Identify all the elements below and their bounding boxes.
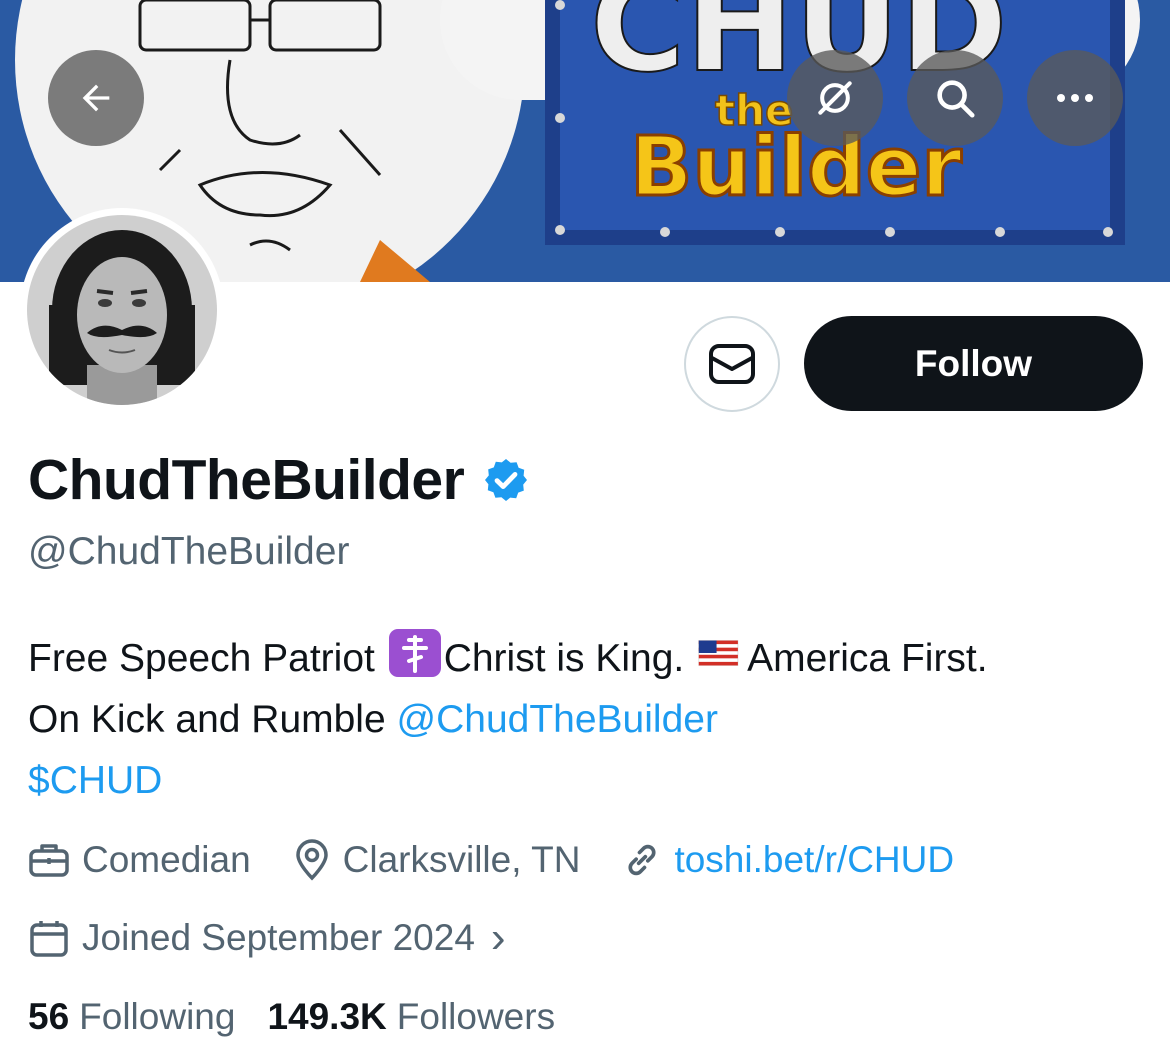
bio-mention-link[interactable]: @ChudTheBuilder — [397, 698, 718, 741]
following-number: 56 — [28, 996, 70, 1037]
envelope-icon — [709, 344, 755, 384]
bio-line-3: $CHUD — [28, 750, 1148, 811]
display-name-row: ChudTheBuilder — [28, 448, 530, 512]
avatar[interactable] — [27, 215, 217, 405]
location-item: Clarksville, TN — [293, 839, 581, 881]
profile-meta-row: Comedian Clarksville, TN toshi.bet/r/CHU… — [28, 834, 954, 886]
message-button[interactable] — [684, 316, 780, 412]
search-icon — [937, 80, 975, 118]
bio-text: Free Speech Patriot — [28, 637, 386, 680]
chevron-right-icon: › — [490, 913, 506, 962]
follow-counts: 56 Following 149.3K Followers — [28, 996, 587, 1038]
profession-item: Comedian — [28, 839, 251, 881]
us-flag-emoji-icon — [698, 640, 739, 666]
joined-row[interactable]: Joined September 2024 › — [28, 912, 506, 964]
grok-icon — [818, 81, 852, 115]
bio-text: Christ is King. — [443, 637, 696, 680]
website-link[interactable]: toshi.bet/r/CHUD — [674, 839, 954, 881]
bio-text: On Kick and Rumble — [28, 698, 397, 741]
display-name: ChudTheBuilder — [28, 448, 465, 512]
orthodox-cross-emoji-icon — [388, 629, 441, 677]
profession-text: Comedian — [82, 839, 251, 880]
verified-badge-icon[interactable] — [482, 456, 530, 504]
search-button[interactable] — [907, 50, 1003, 146]
briefcase-icon — [29, 844, 69, 877]
bio-text: America First. — [747, 637, 988, 680]
bio-line-2: On Kick and Rumble @ChudTheBuilder — [28, 689, 1148, 750]
banner-title-builder: Builder — [630, 120, 962, 215]
grok-button[interactable] — [787, 50, 883, 146]
following-count[interactable]: 56 Following — [28, 996, 235, 1038]
bio: Free Speech Patriot Christ is King. Amer… — [28, 628, 1148, 811]
followers-label: Followers — [396, 996, 556, 1037]
followers-number: 149.3K — [267, 996, 387, 1037]
calendar-icon — [30, 921, 68, 957]
username-handle: @ChudTheBuilder — [28, 530, 350, 573]
more-horizontal-icon — [1057, 94, 1093, 102]
followers-count[interactable]: 149.3K Followers — [267, 996, 555, 1038]
follow-button-label: Follow — [914, 342, 1033, 384]
avatar-ring[interactable] — [20, 208, 224, 412]
following-label: Following — [79, 996, 236, 1037]
location-text: Clarksville, TN — [342, 839, 581, 880]
avatar-image — [27, 215, 217, 405]
link-icon — [628, 844, 656, 876]
joined-text: Joined September 2024 — [82, 917, 475, 958]
back-button[interactable] — [48, 50, 144, 146]
bio-cashtag-link[interactable]: $CHUD — [28, 759, 162, 802]
location-pin-icon — [295, 839, 328, 881]
arrow-left-icon — [82, 84, 110, 112]
follow-button[interactable]: Follow — [804, 316, 1143, 411]
joined-item[interactable]: Joined September 2024 › — [28, 913, 506, 962]
website-item[interactable]: toshi.bet/r/CHUD — [622, 839, 954, 881]
more-options-button[interactable] — [1027, 50, 1123, 146]
bio-line-1: Free Speech Patriot Christ is King. Amer… — [28, 628, 1148, 689]
